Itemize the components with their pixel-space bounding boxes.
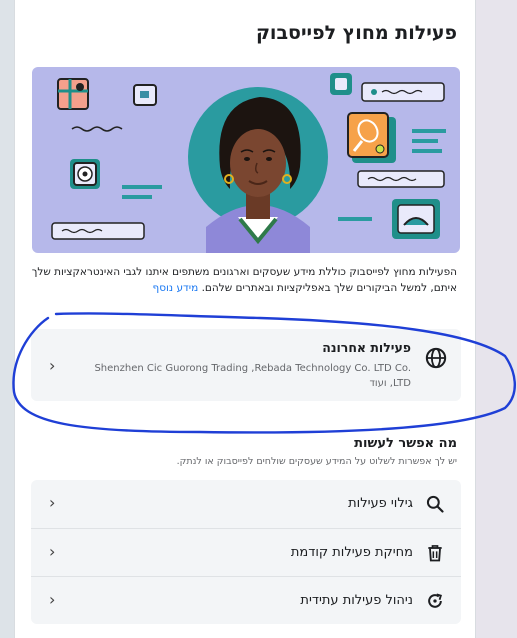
globe-icon (425, 347, 447, 369)
intro-text: הפעילות מחוץ לפייסבוק כוללת מידע שעסקים … (31, 266, 457, 294)
search-icon (426, 495, 444, 513)
page-title: פעילות מחוץ לפייסבוק (255, 22, 457, 44)
person-illustration-icon (51, 73, 446, 253)
learn-more-link[interactable]: מידע נוסף (153, 282, 199, 294)
backdrop-right (476, 0, 517, 638)
chevron-left-icon: ‹ (49, 356, 56, 375)
backdrop-left (0, 0, 14, 638)
chevron-left-icon: ‹ (49, 493, 56, 512)
options-list: גילוי פעילות ‹ מחיקת פעילות קודמת ‹ ניהו… (31, 480, 461, 624)
chevron-left-icon: ‹ (49, 542, 56, 561)
hero-illustration (32, 67, 460, 253)
options-heading: מה אפשר לעשות (354, 436, 457, 451)
intro-description: הפעילות מחוץ לפייסבוק כוללת מידע שעסקים … (31, 264, 457, 296)
recent-activity-card[interactable]: פעילות אחרונה Shenzhen Cic Guorong Tradi… (31, 329, 461, 401)
option-label: גילוי פעילות (348, 496, 413, 511)
off-facebook-activity-panel: פעילות מחוץ לפייסבוק הפעילות מחוץ לפייסב… (14, 0, 476, 638)
refresh-icon (428, 593, 442, 608)
option-access-activity[interactable]: גילוי פעילות ‹ (31, 480, 461, 528)
trash-icon (428, 545, 442, 562)
recent-activity-detail: Shenzhen Cic Guorong Trading ,Rebada Tec… (94, 363, 411, 389)
option-label: ניהול פעילות עתידית (300, 593, 413, 608)
option-clear-history[interactable]: מחיקת פעילות קודמת ‹ (31, 528, 461, 576)
options-subheading: יש לך אפשרות לשלוט על המידע שעסקים שולחי… (176, 456, 457, 467)
option-label: מחיקת פעילות קודמת (290, 545, 413, 560)
recent-activity-label: פעילות אחרונה (322, 340, 411, 355)
chevron-left-icon: ‹ (49, 590, 56, 609)
option-manage-future-activity[interactable]: ניהול פעילות עתידית ‹ (31, 576, 461, 624)
